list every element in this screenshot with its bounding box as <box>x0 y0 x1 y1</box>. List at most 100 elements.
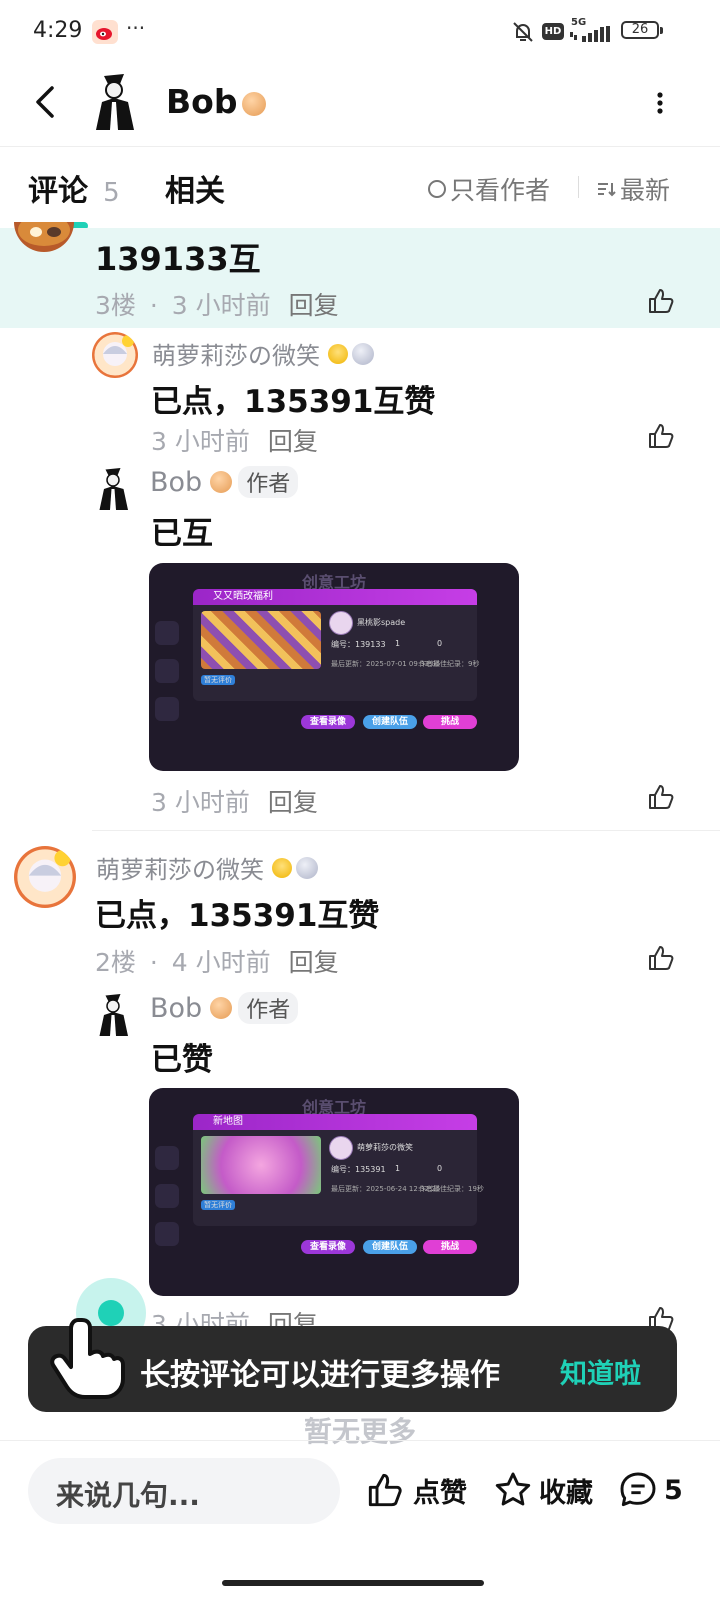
level-badge-icon <box>352 342 374 365</box>
reply-link[interactable]: 回复 <box>268 788 318 817</box>
reply-meta: 3 小时前 回复 <box>151 422 318 458</box>
comment-input-placeholder: 来说几句... <box>56 1479 200 1512</box>
image-chip: 暂无评价 <box>201 675 235 685</box>
toast-dismiss-button[interactable]: 知道啦 <box>560 1352 641 1391</box>
reply-username: Bob 作者 <box>150 992 299 1024</box>
sidebar-icon <box>155 659 179 683</box>
battery-indicator: 26 <box>621 21 659 39</box>
reply-image-screenshot[interactable]: 创意工坊 新地图 萌萝莉莎の微笑 编号：135391 1 0 最后更新：2025… <box>149 1088 519 1296</box>
home-indicator <box>222 1580 484 1586</box>
map-likes: 1 <box>395 1164 401 1173</box>
reply-username: Bob 作者 <box>150 466 299 498</box>
status-time: 4:29 <box>33 18 83 43</box>
bob-avatar-illustration <box>86 72 142 132</box>
comment-meta: 2楼 · 4 小时前 回复 <box>95 943 339 979</box>
like-button[interactable]: 点赞 <box>365 1470 467 1510</box>
bottom-divider <box>0 1440 720 1441</box>
weibo-icon <box>92 20 118 44</box>
create-team-button: 创建队伍 <box>363 1240 417 1254</box>
comments-button[interactable]: 5 <box>618 1470 683 1510</box>
tab-comments[interactable]: 评论 5 <box>28 166 120 210</box>
header-divider <box>0 146 720 147</box>
challenge-button: 挑战 <box>423 1240 477 1254</box>
tab-comments-label: 评论 <box>28 174 88 209</box>
reply-avatar[interactable] <box>92 466 134 512</box>
only-author-toggle[interactable]: 只看作者 <box>428 171 550 207</box>
favorite-button[interactable]: 收藏 <box>493 1470 593 1510</box>
reply-avatar[interactable] <box>92 332 138 378</box>
level-badge-icon <box>242 92 266 116</box>
like-label: 点赞 <box>413 1477 467 1509</box>
no-more-hint: 暂无更多 <box>303 1415 416 1448</box>
floor-label: 2楼 <box>95 948 136 977</box>
reply-link[interactable]: 回复 <box>289 291 339 320</box>
toast-message: 长按评论可以进行更多操作 <box>140 1358 500 1393</box>
anime-avatar-art <box>14 846 76 908</box>
sidebar-icon <box>155 1146 179 1170</box>
level-badge-icon <box>210 997 233 1019</box>
sidebar-icon <box>155 1184 179 1208</box>
thumbs-up-icon[interactable] <box>646 286 676 316</box>
map-thumbnail <box>201 611 321 669</box>
signal-icon <box>570 26 610 42</box>
comment-avatar[interactable] <box>14 846 76 908</box>
comment-text: 139133互 <box>95 240 261 278</box>
meta-sep: · <box>149 948 158 977</box>
floor-label: 3楼 <box>95 291 136 320</box>
reply-image-screenshot[interactable]: 创意工坊 又又晒改福利 黑桃影spade 编号：139133 1 0 最后更新：… <box>149 563 519 771</box>
comment-time: 4 小时前 <box>171 948 271 977</box>
thumbs-up-icon[interactable] <box>646 943 676 973</box>
map-best-record: 作者最佳纪录：9秒 <box>419 660 480 668</box>
bob-avatar-illustration <box>92 992 134 1038</box>
player-avatar <box>329 611 353 635</box>
only-author-label: 只看作者 <box>450 176 551 205</box>
favorite-label: 收藏 <box>539 1477 593 1509</box>
comment-input[interactable]: 来说几句... <box>28 1458 340 1524</box>
reply-username-text: Bob <box>150 992 203 1024</box>
comment-count: 5 <box>664 1474 683 1506</box>
map-best-record: 作者最佳纪录：19秒 <box>419 1185 484 1193</box>
tab-comments-count: 5 <box>103 178 120 208</box>
back-arrow-icon[interactable] <box>30 84 60 120</box>
comment-username: 萌萝莉莎の微笑 <box>96 850 318 885</box>
sort-latest[interactable]: 最新 <box>596 171 670 207</box>
hd-badge: HD <box>542 23 564 40</box>
reply-time: 3 小时前 <box>151 788 250 817</box>
view-record-button: 查看录像 <box>301 715 355 729</box>
map-plays: 0 <box>437 1164 443 1173</box>
tab-related[interactable]: 相关 <box>165 166 225 210</box>
comment-username-text: 萌萝莉莎の微笑 <box>96 856 264 884</box>
player-name: 萌萝莉莎の微笑 <box>357 1143 413 1152</box>
header-avatar[interactable] <box>86 72 142 132</box>
thumbs-up-icon[interactable] <box>646 782 676 812</box>
image-bar-title: 又又晒改福利 <box>193 589 477 605</box>
anime-badge-icon <box>328 343 348 364</box>
reply-meta: 3 小时前 回复 <box>151 783 318 819</box>
level-badge-icon <box>296 856 318 879</box>
level-badge-icon <box>210 471 233 493</box>
comment-time: 3 小时前 <box>171 291 271 320</box>
reply-text: 已互 <box>151 516 213 552</box>
more-vertical-icon[interactable] <box>652 88 668 118</box>
image-chip: 暂无评价 <box>201 1200 235 1210</box>
challenge-button: 挑战 <box>423 715 477 729</box>
sort-icon <box>598 183 616 197</box>
reply-username-text: Bob <box>150 466 203 498</box>
comment-meta: 3楼 · 3 小时前 回复 <box>95 286 339 322</box>
player-avatar <box>329 1136 353 1160</box>
header-author-name: Bob <box>166 82 238 121</box>
status-more-dots: ··· <box>126 16 146 40</box>
thumbs-up-icon[interactable] <box>646 421 676 451</box>
mute-bell-icon <box>513 22 533 42</box>
reply-avatar[interactable] <box>92 992 134 1038</box>
map-thumbnail <box>201 1136 321 1194</box>
reply-link[interactable]: 回复 <box>289 948 339 977</box>
reply-link[interactable]: 回复 <box>268 427 318 456</box>
reply-username-text: 萌萝莉莎の微笑 <box>152 342 320 370</box>
anime-badge-icon <box>272 857 292 878</box>
sidebar-icon <box>155 697 179 721</box>
view-record-button: 查看录像 <box>301 1240 355 1254</box>
image-bar-title: 新地图 <box>193 1114 477 1130</box>
meta-sep: · <box>149 291 158 320</box>
reply-text: 已点，135391互赞 <box>151 384 436 420</box>
